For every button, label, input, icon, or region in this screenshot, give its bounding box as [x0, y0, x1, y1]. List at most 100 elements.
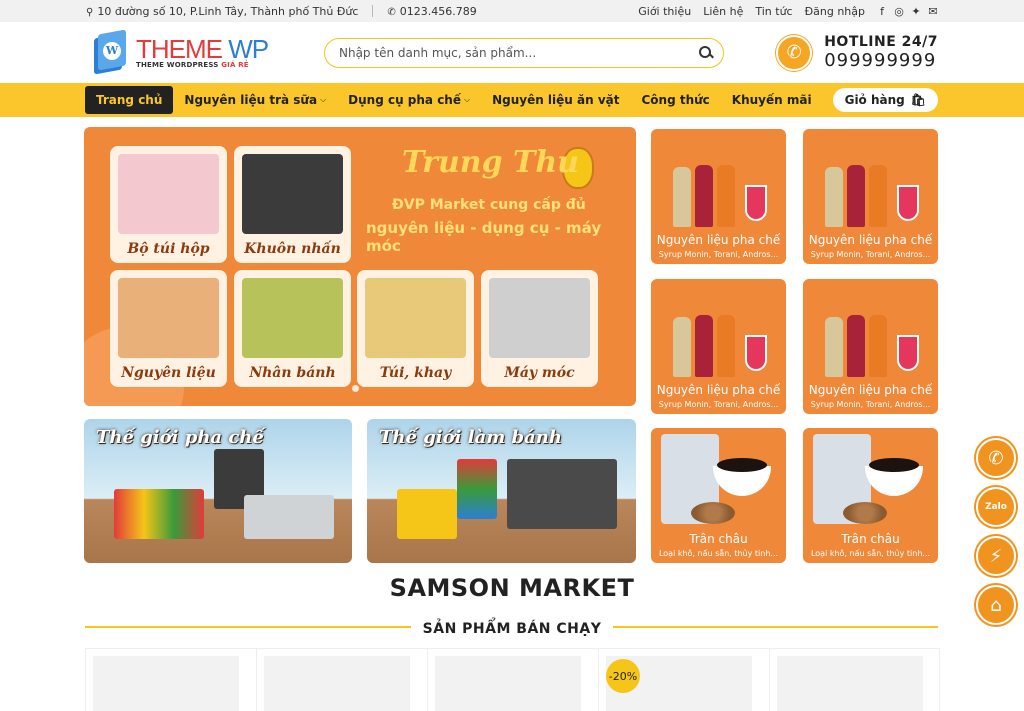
product-image [777, 656, 923, 711]
location-pin-icon: ⚲ [86, 6, 94, 18]
banner-baking-title: Thế giới làm bánh [379, 427, 562, 448]
nav-milk-tea-label: Nguyên liệu trà sữa [184, 93, 318, 107]
phone-icon: ✆ [988, 447, 1004, 469]
product-card[interactable] [256, 648, 427, 711]
logo-tagline: THEME WORDPRESS [136, 60, 219, 69]
logo-mark-letter: W [103, 41, 121, 60]
category-card[interactable]: Nguyên liệu pha chế Syrup Monin, Torani,… [651, 129, 786, 264]
product-card[interactable]: -20% [598, 648, 769, 711]
hero-tile: Túi, khay [357, 270, 474, 387]
category-desc: Syrup Monin, Torani, Andros... [810, 400, 931, 409]
syrup-bottles-image [823, 137, 919, 227]
product-card[interactable] [427, 648, 598, 711]
nav-milk-tea-ingredients[interactable]: Nguyên liệu trà sữa ⌵ [173, 86, 337, 114]
brand-title: SAMSON MARKET [389, 574, 635, 602]
instagram-icon[interactable]: ◎ [894, 5, 904, 18]
syrup-bottles-image [671, 287, 767, 377]
address-text: 10 đường số 10, P.Linh Tây, Thành phố Th… [97, 4, 359, 18]
link-about[interactable]: Giới thiệu [638, 5, 691, 18]
nav-recipes[interactable]: Công thức [631, 86, 721, 114]
link-login[interactable]: Đăng nhập [805, 5, 865, 18]
hero-tile-caption: Nhân bánh [249, 365, 336, 381]
category-name: Trân châu [689, 532, 748, 546]
nav-promotions-label: Khuyến mãi [731, 93, 812, 107]
top-bar: ⚲ 10 đường số 10, P.Linh Tây, Thành phố T… [0, 0, 1024, 22]
hero-tile: Nguyên liệu [110, 270, 227, 387]
nav-bar-tools-label: Dụng cụ pha chế [348, 93, 461, 107]
mail-icon[interactable]: ✉ [928, 5, 938, 18]
hero-tile: Khuôn nhấn [234, 146, 351, 263]
site-logo[interactable]: W THEME WP THEME WORDPRESS GIÁ RẺ [92, 29, 292, 76]
category-card[interactable]: Nguyên liệu pha chế Syrup Monin, Torani,… [651, 279, 786, 414]
link-news[interactable]: Tin tức [755, 5, 792, 18]
float-messenger-button[interactable]: ⚡ [976, 536, 1016, 576]
cart-label: Giỏ hàng [844, 93, 905, 107]
slider-dots[interactable] [352, 385, 359, 392]
hero-slider[interactable]: Trung Thu ĐVP Market cung cấp đủ nguyên … [84, 127, 636, 406]
logo-word1: THEME [136, 33, 223, 64]
category-name: Nguyên liệu pha chế [808, 383, 933, 397]
hero-tile: Máy móc [481, 270, 598, 387]
syrup-bottles-image [823, 287, 919, 377]
product-card[interactable] [85, 648, 256, 711]
logo-word2: WP [228, 33, 269, 64]
nav-bar-tools[interactable]: Dụng cụ pha chế ⌵ [337, 86, 481, 114]
sale-badge: -20% [606, 659, 640, 693]
top-phone-text: 0123.456.789 [399, 4, 477, 18]
banner-drinks-title: Thế giới pha chế [96, 427, 264, 448]
hero-tile-caption: Nguyên liệu [121, 365, 216, 381]
cart-icon: 🛍 [910, 93, 926, 107]
divider [372, 5, 374, 17]
chevron-down-icon: ⌵ [464, 95, 471, 104]
top-phone[interactable]: ✆ 0123.456.789 [387, 5, 476, 18]
category-card[interactable]: Nguyên liệu pha chế Syrup Monin, Torani,… [803, 279, 938, 414]
nav-home[interactable]: Trang chủ [85, 86, 174, 114]
phone-small-icon: ✆ [387, 6, 396, 18]
category-card[interactable]: Trân châu Loại khô, nấu sẵn, thủy tinh..… [651, 428, 786, 563]
banner-drinks[interactable]: Thế giới pha chế [84, 419, 352, 563]
search-box [324, 37, 724, 68]
product-image [93, 656, 239, 711]
float-zalo-button[interactable]: Zalo [976, 487, 1016, 527]
hero-line1: ĐVP Market cung cấp đủ [392, 197, 586, 213]
best-sellers-title: SẢN PHẨM BÁN CHẠY [410, 621, 614, 637]
logo-text: THEME WP THEME WORDPRESS GIÁ RẺ [136, 33, 269, 69]
category-desc: Loại khô, nấu sẵn, thủy tinh... [658, 549, 779, 558]
product-image [435, 656, 581, 711]
product-list: -20% [85, 648, 940, 711]
zalo-icon: Zalo [985, 502, 1007, 512]
twitter-icon[interactable]: ✦ [911, 5, 921, 18]
nav-promotions[interactable]: Khuyến mãi [721, 86, 823, 114]
hero-title: Trung Thu [402, 145, 579, 180]
hotline-label: HOTLINE 24/7 [824, 34, 938, 50]
category-name: Nguyên liệu pha chế [656, 383, 781, 397]
hero-tile: Bộ túi hộp [110, 146, 227, 263]
facebook-icon[interactable]: f [877, 5, 887, 18]
hero-line2: nguyên liệu - dụng cụ - máy móc [366, 219, 602, 255]
float-phone-button[interactable]: ✆ [976, 438, 1016, 478]
category-name: Trân châu [841, 532, 900, 546]
address: ⚲ 10 đường số 10, P.Linh Tây, Thành phố T… [86, 5, 358, 18]
search-input[interactable] [339, 45, 699, 60]
product-image [264, 656, 410, 711]
hotline[interactable]: ✆ HOTLINE 24/7 099999999 [776, 34, 938, 71]
category-card[interactable]: Trân châu Loại khô, nấu sẵn, thủy tinh..… [803, 428, 938, 563]
hero-tile: Nhân bánh [234, 270, 351, 387]
nav-snack-ingredients[interactable]: Nguyên liệu ăn vặt [481, 86, 630, 114]
phone-icon: ✆ [776, 34, 813, 71]
map-icon: ⌂ [990, 594, 1002, 616]
cart-button[interactable]: Giỏ hàng 🛍 [832, 88, 938, 112]
logo-mark-icon: W [92, 29, 128, 76]
hotline-number: 099999999 [824, 50, 937, 71]
link-contact[interactable]: Liên hệ [703, 5, 743, 18]
float-map-button[interactable]: ⌂ [976, 585, 1016, 625]
best-sellers-heading: SẢN PHẨM BÁN CHẠY [0, 618, 1024, 637]
hero-tile-caption: Bộ túi hộp [127, 241, 210, 257]
category-card[interactable]: Nguyên liệu pha chế Syrup Monin, Torani,… [803, 129, 938, 264]
hero-tile-caption: Túi, khay [379, 365, 452, 381]
product-card[interactable] [769, 648, 940, 711]
search-icon[interactable] [699, 45, 713, 60]
banner-baking[interactable]: Thế giới làm bánh [367, 419, 636, 563]
syrup-bottles-image [671, 137, 767, 227]
nav-home-label: Trang chủ [96, 93, 163, 107]
